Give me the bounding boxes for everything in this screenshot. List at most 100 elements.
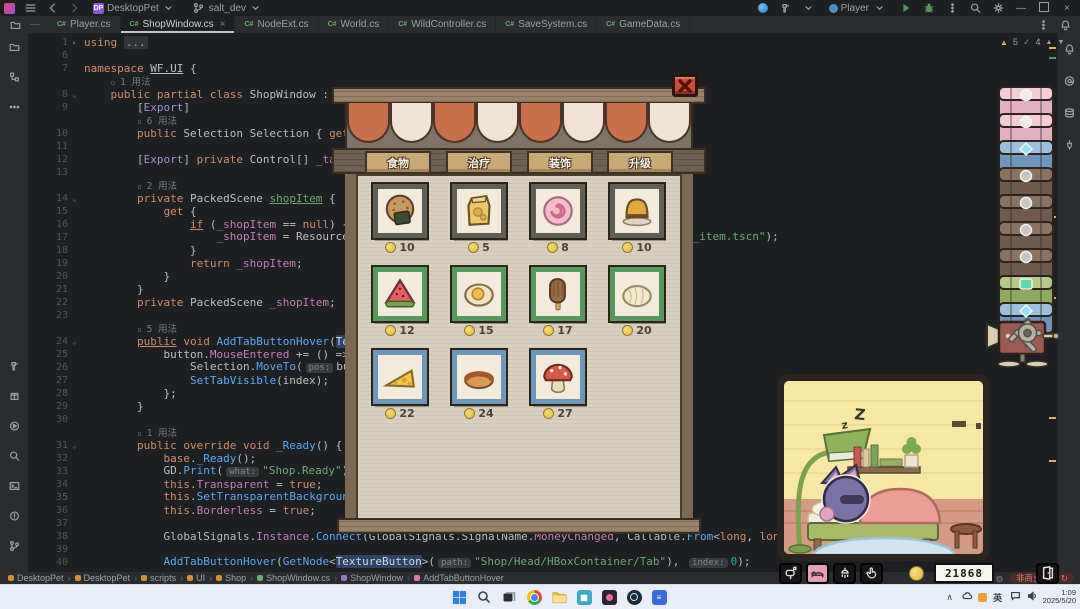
ai-at-icon[interactable] (1061, 73, 1077, 89)
more-actions-icon[interactable] (945, 2, 959, 14)
branch-selector[interactable]: salt_dev (188, 2, 267, 14)
shower-button[interactable] (833, 563, 856, 584)
build-hammer-icon[interactable] (779, 2, 793, 14)
maximize-button[interactable] (1037, 2, 1051, 15)
taskbar-start-icon[interactable] (450, 588, 468, 606)
door-button[interactable] (1036, 563, 1059, 584)
code-line-6[interactable]: 6 (28, 49, 1054, 62)
prev-issue-icon[interactable]: ▲ (1046, 39, 1053, 46)
plug-icon[interactable] (1061, 137, 1077, 153)
shop-item-hotdog[interactable] (452, 350, 506, 404)
notifications-bell-icon[interactable] (1058, 19, 1072, 31)
shop-item-cheese[interactable] (373, 350, 427, 404)
volume-icon[interactable] (1026, 590, 1038, 604)
editor-tab-savesystem-cs[interactable]: C#SaveSystem.cs (496, 16, 597, 33)
project-toolwindow-icon[interactable] (8, 19, 22, 31)
shop-tab-3[interactable]: 升级 (607, 151, 673, 174)
taskbar-app-pink-icon[interactable] (600, 588, 618, 606)
git-branch-icon[interactable] (6, 538, 22, 554)
editor-tab-wildcontroller-cs[interactable]: C#WildController.cs (389, 16, 496, 33)
chat-bubble-icon[interactable] (1009, 590, 1021, 604)
code-line-7[interactable]: 7namespace WF.UI { (28, 62, 1054, 75)
mailbox-button[interactable] (779, 563, 802, 584)
main-menu-icon[interactable] (23, 2, 37, 14)
awning-scallop (476, 103, 519, 143)
shop-tab-2[interactable]: 装饰 (527, 151, 593, 174)
tray-chevron-up-icon[interactable]: ∧ (944, 592, 956, 603)
pet-machine-settings[interactable] (985, 306, 1063, 370)
bed-button[interactable] (806, 563, 829, 584)
editor-tab-shopwindow-cs[interactable]: C#ShopWindow.cs× (121, 16, 236, 33)
shop-item-mushroom[interactable] (531, 350, 585, 404)
profile-icon[interactable] (756, 2, 770, 14)
taskbar-clock[interactable]: 1:09 2025/5/20 (1043, 589, 1076, 605)
shop-item-popsicle[interactable] (531, 267, 585, 321)
breadcrumb-shopwindow[interactable]: ShopWindow (341, 573, 403, 583)
onedrive-cloud-icon[interactable] (961, 590, 973, 604)
shop-item-pudding[interactable] (610, 184, 664, 238)
shop-item-egg-bun[interactable] (452, 267, 506, 321)
taskbar-app-teal-icon[interactable]: ▦ (575, 588, 593, 606)
taskbar-task-view-icon[interactable] (500, 588, 518, 606)
terminal-icon[interactable] (6, 478, 22, 494)
taskbar-chrome-icon[interactable] (525, 588, 543, 606)
structure-icon[interactable] (6, 69, 22, 85)
desktop: DP DesktopPet salt_dev Player (0, 0, 1080, 608)
shop-item-watermelon[interactable] (373, 267, 427, 321)
back-icon[interactable] (45, 2, 59, 14)
breadcrumb-ui[interactable]: UI (187, 573, 205, 583)
hammer-icon[interactable] (6, 358, 22, 374)
shop-close-button[interactable] (672, 74, 698, 97)
problems-icon[interactable] (6, 508, 22, 524)
breadcrumb-addtabbuttonhover[interactable]: AddTabButtonHover (414, 573, 504, 583)
taskbar-app-blue-icon[interactable]: ≡ (650, 588, 668, 606)
settings-gear-icon[interactable] (991, 2, 1005, 14)
editor-tab-nodeext-cs[interactable]: C#NodeExt.cs (235, 16, 318, 33)
editor-tab-world-cs[interactable]: C#World.cs (319, 16, 390, 33)
scrollbar-mark (1049, 417, 1056, 419)
breadcrumb-scripts[interactable]: scripts (141, 573, 176, 583)
next-issue-icon[interactable]: ▼ (1057, 39, 1064, 46)
breadcrumb-desktoppet[interactable]: DesktopPet (75, 573, 131, 583)
taskbar-steam-icon[interactable] (625, 588, 643, 606)
taskbar-file-explorer-icon[interactable] (550, 588, 568, 606)
tray-app-orange-icon[interactable] (978, 593, 987, 602)
left-toolwindow-strip (0, 33, 28, 578)
ime-indicator[interactable]: 英 (992, 591, 1004, 604)
shop-tab-0[interactable]: 食物 (365, 151, 431, 174)
breadcrumb-shop[interactable]: Shop (216, 573, 246, 583)
shop-item-rice-cracker[interactable] (373, 184, 427, 238)
project-selector[interactable]: DP DesktopPet (89, 2, 180, 14)
close-window-button[interactable]: × (1060, 3, 1074, 14)
breadcrumb-desktoppet[interactable]: DesktopPet (8, 573, 64, 583)
taskbar-search-icon[interactable] (475, 588, 493, 606)
debug-button[interactable] (922, 2, 936, 14)
item-price: 17 (528, 324, 588, 337)
project-folder-icon[interactable] (6, 39, 22, 55)
package-icon[interactable] (6, 388, 22, 404)
shop-item-snack-bag[interactable] (452, 184, 506, 238)
more-tabs-icon[interactable] (1036, 19, 1050, 31)
search-icon[interactable] (6, 448, 22, 464)
editor-tab-player-cs[interactable]: C#Player.cs (48, 16, 121, 33)
editor-tab-gamedata-cs[interactable]: C#GameData.cs (597, 16, 690, 33)
run-services-icon[interactable] (6, 418, 22, 434)
shop-item-naruto-swirl[interactable] (531, 184, 585, 238)
code-line-1[interactable]: 1▸using ... (28, 36, 1054, 49)
hand-button[interactable] (860, 563, 883, 584)
tab-close-icon[interactable]: × (220, 19, 226, 30)
minimize-button[interactable]: — (1014, 3, 1028, 14)
forward-icon[interactable] (67, 2, 81, 14)
file-icon (257, 575, 263, 581)
more-dots-icon[interactable] (6, 99, 22, 115)
run-config-selector[interactable]: Player (825, 2, 890, 14)
search-everywhere-icon[interactable] (968, 2, 982, 14)
chevron-down-icon[interactable] (802, 2, 816, 14)
shop-item-steamed-bun[interactable] (610, 267, 664, 321)
run-button[interactable] (899, 2, 913, 14)
breadcrumb-shopwindow-cs[interactable]: ShopWindow.cs (257, 573, 330, 583)
awning-scallop (390, 103, 433, 143)
database-icon[interactable] (1061, 105, 1077, 121)
csharp-file-icon: C# (606, 21, 615, 28)
shop-tab-1[interactable]: 治疗 (446, 151, 512, 174)
